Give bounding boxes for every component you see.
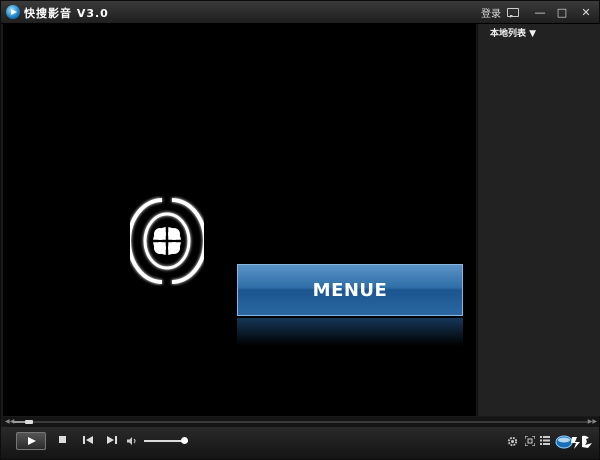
progress-fill [13, 421, 25, 423]
message-icon[interactable] [507, 7, 519, 18]
login-link[interactable]: 登录 [481, 5, 501, 20]
minimize-button[interactable]: — [529, 1, 551, 23]
app-title: 快搜影音 V3.0 [24, 7, 109, 20]
play-button[interactable] [16, 432, 46, 450]
stop-icon[interactable] [59, 436, 66, 443]
menu-button-reflection [237, 318, 463, 346]
playlist-dropdown[interactable]: 本地列表 ▼ [478, 24, 600, 40]
previous-icon[interactable] [83, 436, 93, 444]
menu-button[interactable]: MENUE [237, 264, 463, 316]
volume-handle[interactable] [181, 437, 188, 444]
video-area[interactable]: MENUE [3, 24, 476, 416]
title-bar[interactable]: 快搜影音 V3.0 登录 — □ ✕ [1, 1, 599, 24]
progress-handle[interactable] [25, 420, 33, 424]
playlist-icon[interactable] [540, 436, 550, 445]
player-window: 快搜影音 V3.0 登录 — □ ✕ MENUE 本地列表 ▼ ◀◀ ▶▶ [0, 0, 600, 460]
player-logo-icon [130, 198, 204, 284]
playlist-panel[interactable]: 本地列表 ▼ [477, 24, 600, 416]
seek-forward-arrow-icon[interactable]: ▶▶ [588, 418, 597, 425]
control-bar [1, 427, 599, 459]
close-button[interactable]: ✕ [573, 1, 599, 23]
title-bar-actions: 登录 — □ ✕ [481, 1, 599, 23]
brand-logo-icon[interactable] [555, 433, 595, 451]
progress-bar[interactable]: ◀◀ ▶▶ [3, 417, 599, 427]
maximize-button[interactable]: □ [551, 1, 573, 23]
volume-icon[interactable] [127, 437, 137, 445]
app-logo-icon [6, 5, 20, 19]
progress-track[interactable] [13, 421, 591, 423]
settings-gear-icon[interactable] [507, 436, 518, 447]
next-icon[interactable] [107, 436, 117, 444]
fullscreen-icon[interactable] [525, 436, 535, 446]
